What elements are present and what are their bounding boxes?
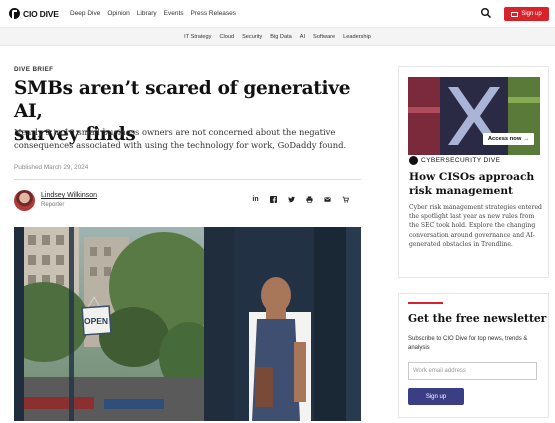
section-item-it-strategy[interactable]: IT Strategy — [184, 34, 211, 40]
signup-button-label: Sign up — [521, 11, 542, 17]
email-icon[interactable] — [324, 196, 331, 203]
author-role: Reporter — [41, 202, 65, 208]
section-item-big-data[interactable]: Big Data — [270, 34, 291, 40]
cyber-logo-text: CYBERSECURITY DIVE — [421, 157, 501, 164]
hero-image: OPEN — [14, 227, 361, 421]
signup-button[interactable]: Sign up — [504, 7, 549, 21]
newsletter-email-input[interactable]: Work email address — [408, 362, 537, 380]
newsletter-description: Subscribe to CIO Dive for top news, tren… — [408, 336, 528, 351]
article-eyebrow: DIVE BRIEF — [14, 66, 54, 73]
section-nav: IT Strategy Cloud Security Big Data AI S… — [0, 28, 555, 46]
access-now-button[interactable]: Access now → — [483, 133, 534, 145]
ad-title[interactable]: How CISOs approach risk management — [409, 170, 544, 198]
author-avatar — [14, 190, 35, 211]
section-item-cloud[interactable]: Cloud — [219, 34, 234, 40]
facebook-icon[interactable] — [270, 196, 277, 203]
newsletter-signup-button[interactable]: Sign up — [408, 388, 464, 405]
linkedin-icon[interactable]: in — [252, 196, 259, 203]
section-item-leadership[interactable]: Leadership — [343, 34, 371, 40]
nav-item-library[interactable]: Library — [137, 10, 157, 17]
nav-item-events[interactable]: Events — [164, 10, 184, 17]
cyber-logo-icon — [409, 156, 418, 165]
section-item-ai[interactable]: AI — [300, 34, 305, 40]
license-icon[interactable] — [342, 196, 349, 203]
site-header: CIO DIVE Deep Dive Opinion Library Event… — [0, 0, 555, 28]
nav-item-press-releases[interactable]: Press Releases — [191, 10, 237, 17]
search-icon[interactable] — [480, 7, 492, 19]
author-name-link[interactable]: Lindsey Wilkinson — [41, 192, 97, 199]
publish-date: Published March 29, 2024 — [14, 164, 89, 171]
print-icon[interactable] — [306, 196, 313, 203]
nav-item-deep-dive[interactable]: Deep Dive — [70, 10, 100, 17]
section-item-software[interactable]: Software — [313, 34, 335, 40]
cybersecurity-dive-logo: CYBERSECURITY DIVE — [409, 156, 500, 165]
access-now-label: Access now — [487, 136, 522, 142]
arrow-right-icon: → — [523, 136, 530, 142]
site-logo[interactable]: CIO DIVE — [9, 8, 59, 19]
logo-icon — [9, 8, 20, 19]
article-dek: Nearly 9 in 10 small business owners are… — [14, 127, 347, 150]
twitter-icon[interactable] — [288, 196, 295, 203]
newsletter-title: Get the free newsletter — [408, 312, 547, 325]
mail-icon — [511, 11, 519, 17]
nav-item-opinion[interactable]: Opinion — [107, 10, 129, 17]
newsletter-accent-rule — [408, 302, 443, 304]
open-sign-text: OPEN — [84, 316, 108, 326]
section-item-security[interactable]: Security — [242, 34, 262, 40]
ad-body: Cyber risk management strategies entered… — [409, 204, 542, 248]
logo-text: CIO DIVE — [23, 8, 59, 19]
headline-line-1: SMBs aren’t scared of generative AI, — [14, 78, 351, 122]
byline-divider — [14, 179, 361, 180]
hero-photo: OPEN — [14, 227, 361, 421]
primary-nav: Deep Dive Opinion Library Events Press R… — [70, 10, 243, 17]
share-bar: in — [252, 196, 349, 203]
